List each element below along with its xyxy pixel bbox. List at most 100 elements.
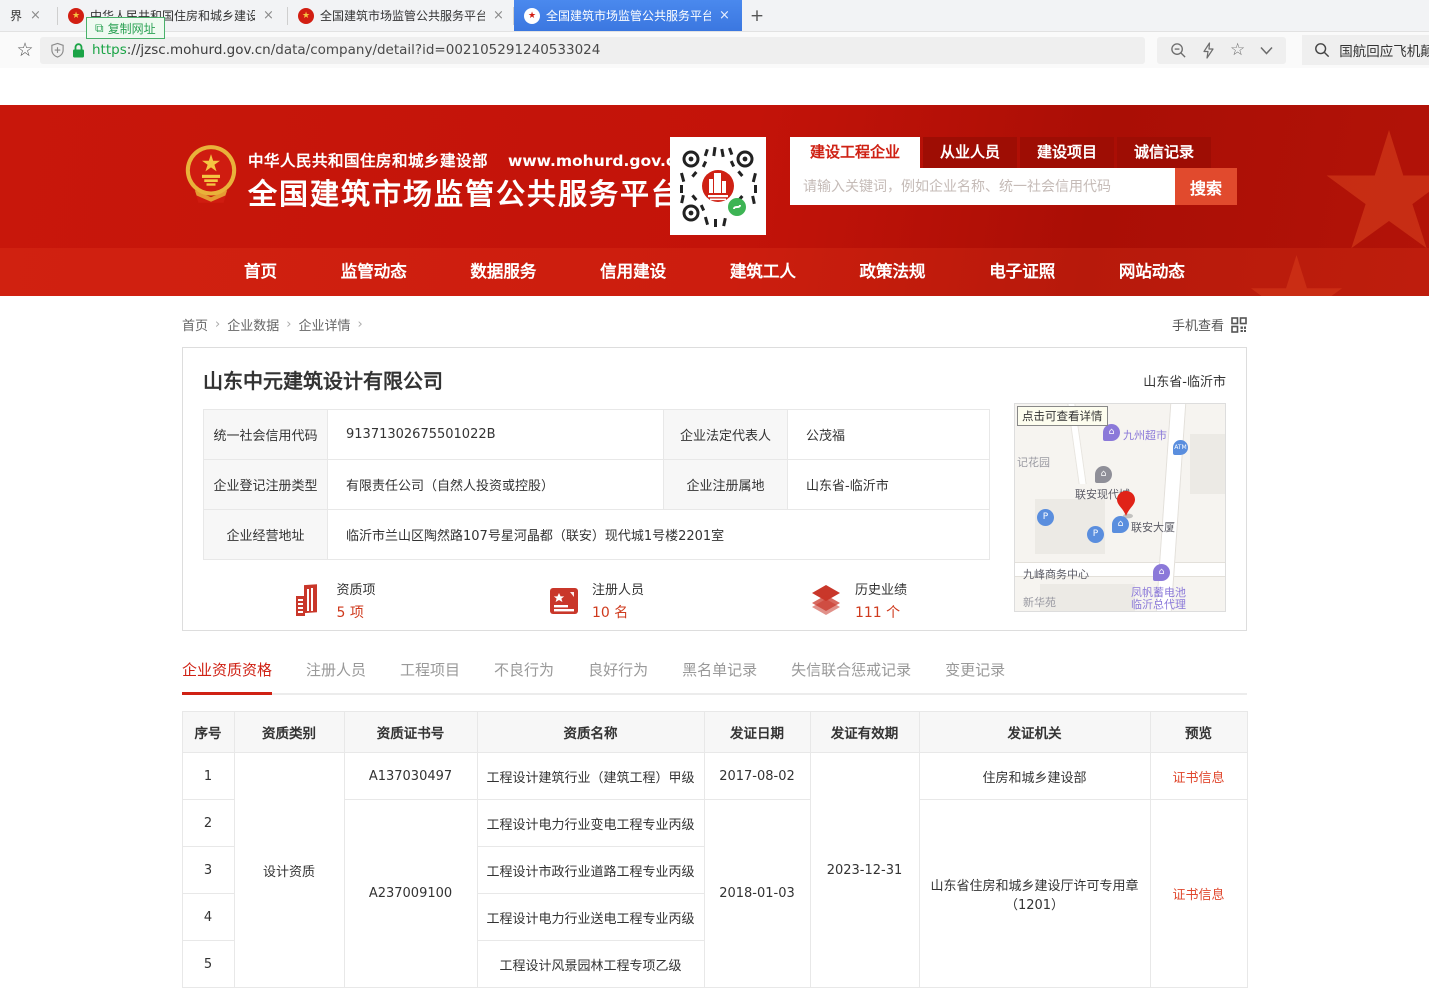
field-label: 企业法定代表人 xyxy=(664,410,788,460)
breadcrumb-company-detail[interactable]: 企业详情 xyxy=(298,315,350,334)
lock-icon xyxy=(72,43,85,58)
search-icon xyxy=(1314,42,1330,58)
site-header: 中华人民共和国住房和城乡建设部www.mohurd.gov.cn 全国建筑市场监… xyxy=(0,105,1429,296)
company-stats: 资质项 5 项 注册人员 10 名 历史 xyxy=(203,579,990,622)
seq-cell: 4 xyxy=(182,894,234,941)
browser-toolbar: ☆ https://jzsc.mohurd.gov.cn/data/compan… xyxy=(0,32,1429,68)
stat-historical-performance[interactable]: 历史业绩 111 个 xyxy=(727,579,989,622)
tab-label: 全国建筑市场监管公共服务平台 xyxy=(320,7,485,24)
nav-item-workers[interactable]: 建筑工人 xyxy=(730,248,796,296)
tab-bad-behavior[interactable]: 不良行为 xyxy=(494,659,554,693)
qual-name-cell: 工程设计建筑行业（建筑工程）甲级 xyxy=(477,753,704,800)
close-icon[interactable]: × xyxy=(719,8,730,23)
shield-icon[interactable] xyxy=(50,42,65,58)
location-map[interactable]: 点击可查看详情 ⌂ 九州超市 ATM 记花园 ⌂ 联安现代城 ⌂ 联安大厦 P … xyxy=(1014,403,1226,612)
header-qr-code xyxy=(670,137,766,235)
certificate-info-link[interactable]: 证书信息 xyxy=(1172,888,1224,903)
reg-region-value: 山东省-临沂市 xyxy=(788,460,990,510)
company-region: 山东省-临沂市 xyxy=(1143,371,1226,390)
close-icon[interactable]: × xyxy=(493,8,504,23)
browser-tab-2[interactable]: ★ 全国建筑市场监管公共服务平台 × xyxy=(288,0,514,31)
tab-qualifications[interactable]: 企业资质资格 xyxy=(182,659,272,695)
authority-cell: 山东省住房和城乡建设厅许可专用章 （1201） xyxy=(919,800,1150,988)
bookmark-star-icon[interactable]: ☆ xyxy=(10,39,40,61)
certificate-info-link[interactable]: 证书信息 xyxy=(1172,771,1224,786)
credit-code-value: 91371302675501022B xyxy=(328,410,664,460)
nav-item-site-news[interactable]: 网站动态 xyxy=(1119,248,1185,296)
seq-cell: 2 xyxy=(182,800,234,847)
new-tab-button[interactable]: + xyxy=(742,0,772,31)
tab-label: 界 xyxy=(10,7,22,24)
table-header-row: 序号 资质类别 资质证书号 资质名称 发证日期 发证有效期 发证机关 预览 xyxy=(182,712,1247,753)
quick-search-box[interactable]: 国航回应飞机颠簸 xyxy=(1302,35,1429,65)
emblem-favicon-icon: ★ xyxy=(68,8,84,24)
breadcrumb-company-data[interactable]: 企业数据 xyxy=(227,315,279,334)
stat-registered-personnel[interactable]: 注册人员 10 名 xyxy=(465,579,727,622)
close-icon[interactable]: × xyxy=(263,8,274,23)
detail-tab-bar: 企业资质资格 注册人员 工程项目 不良行为 良好行为 黑名单记录 失信联合惩戒记… xyxy=(182,659,1247,695)
url-text[interactable]: https://jzsc.mohurd.gov.cn/data/company/… xyxy=(92,42,600,58)
company-name: 山东中元建筑设计有限公司 xyxy=(203,365,443,394)
qual-name-cell: 工程设计市政行业道路工程专业丙级 xyxy=(477,847,704,894)
field-label: 企业登记注册类型 xyxy=(204,460,328,510)
tab-good-behavior[interactable]: 良好行为 xyxy=(588,659,648,693)
browser-tab-strip: 界 × ★ 中华人民共和国住房和城乡建设 × ★ 全国建筑市场监管公共服务平台 … xyxy=(0,0,1429,32)
qual-name-cell: 工程设计电力行业送电工程专业丙级 xyxy=(477,894,704,941)
tab-change-records[interactable]: 变更记录 xyxy=(945,659,1005,693)
supermarket-poi-icon: ⌂ xyxy=(1103,424,1120,441)
national-emblem-logo xyxy=(184,143,238,203)
map-hint-label: 点击可查看详情 xyxy=(1017,406,1108,426)
copy-icon: ⧉ xyxy=(95,21,104,36)
ministry-name: 中华人民共和国住房和城乡建设部www.mohurd.gov.cn xyxy=(248,149,686,171)
chevron-down-icon[interactable] xyxy=(1260,46,1273,55)
search-tab-personnel[interactable]: 从业人员 xyxy=(923,137,1017,168)
battery-poi-icon: ⌂ xyxy=(1153,564,1170,581)
browser-tab-active[interactable]: ★ 全国建筑市场监管公共服务平台 × xyxy=(514,0,742,31)
preview-cell: 证书信息 xyxy=(1150,800,1247,988)
tab-blacklist[interactable]: 黑名单记录 xyxy=(682,659,757,693)
tower-poi-icon: ⌂ xyxy=(1112,516,1129,533)
tab-projects[interactable]: 工程项目 xyxy=(400,659,460,693)
field-label: 企业注册属地 xyxy=(664,460,788,510)
tab-registered-personnel[interactable]: 注册人员 xyxy=(306,659,366,693)
address-bar[interactable]: https://jzsc.mohurd.gov.cn/data/company/… xyxy=(40,37,1145,64)
legal-rep-value: 公茂福 xyxy=(788,410,990,460)
nav-item-home[interactable]: 首页 xyxy=(244,248,277,296)
tab-dishonesty-records[interactable]: 失信联合惩戒记录 xyxy=(791,659,911,693)
close-icon[interactable]: × xyxy=(30,8,41,23)
qr-code-icon[interactable] xyxy=(1231,317,1247,333)
issue-date-cell: 2018-01-03 xyxy=(704,800,810,988)
nav-item-policy[interactable]: 政策法规 xyxy=(860,248,926,296)
atm-poi-icon: ATM xyxy=(1173,440,1188,455)
lightning-icon[interactable] xyxy=(1202,42,1215,59)
breadcrumb-home[interactable]: 首页 xyxy=(182,315,208,334)
nav-item-credit[interactable]: 信用建设 xyxy=(600,248,666,296)
stat-qualifications[interactable]: 资质项 5 项 xyxy=(203,579,465,622)
header-search-widget: 建设工程企业 从业人员 建设项目 诚信记录 搜索 xyxy=(790,137,1237,205)
emblem-favicon-icon: ★ xyxy=(298,8,314,24)
mobile-view-label[interactable]: 手机查看 xyxy=(1172,315,1224,334)
search-tab-credit[interactable]: 诚信记录 xyxy=(1117,137,1211,168)
platform-title: 全国建筑市场监管公共服务平台 xyxy=(248,171,682,213)
parking-icon: P xyxy=(1037,509,1054,526)
nav-item-data-service[interactable]: 数据服务 xyxy=(470,248,536,296)
issue-date-cell: 2017-08-02 xyxy=(704,753,810,800)
ministry-site-url: www.mohurd.gov.cn xyxy=(508,152,686,170)
search-tab-enterprise[interactable]: 建设工程企业 xyxy=(790,137,920,168)
zoom-out-icon[interactable] xyxy=(1170,42,1187,59)
search-tab-project[interactable]: 建设项目 xyxy=(1020,137,1114,168)
company-summary-card: 山东中元建筑设计有限公司 山东省-临沂市 统一社会信用代码 9137130267… xyxy=(182,347,1247,631)
browser-tab-0[interactable]: 界 × xyxy=(0,0,58,31)
emblem-favicon-icon: ★ xyxy=(524,8,540,24)
reg-type-value: 有限责任公司（自然人投资或控股） xyxy=(328,460,664,510)
nav-item-e-license[interactable]: 电子证照 xyxy=(989,248,1055,296)
search-button[interactable]: 搜索 xyxy=(1175,168,1237,205)
favorite-star-icon[interactable]: ☆ xyxy=(1230,40,1245,60)
nav-item-supervision[interactable]: 监管动态 xyxy=(341,248,407,296)
company-info-table: 统一社会信用代码 91371302675501022B 企业法定代表人 公茂福 … xyxy=(203,409,990,560)
seq-cell: 3 xyxy=(182,847,234,894)
keyword-search-input[interactable] xyxy=(790,168,1175,205)
category-cell: 设计资质 xyxy=(234,753,344,988)
tab-label: 全国建筑市场监管公共服务平台 xyxy=(546,7,711,24)
breadcrumb: 首页 › 企业数据 › 企业详情 › 手机查看 xyxy=(182,315,1247,334)
